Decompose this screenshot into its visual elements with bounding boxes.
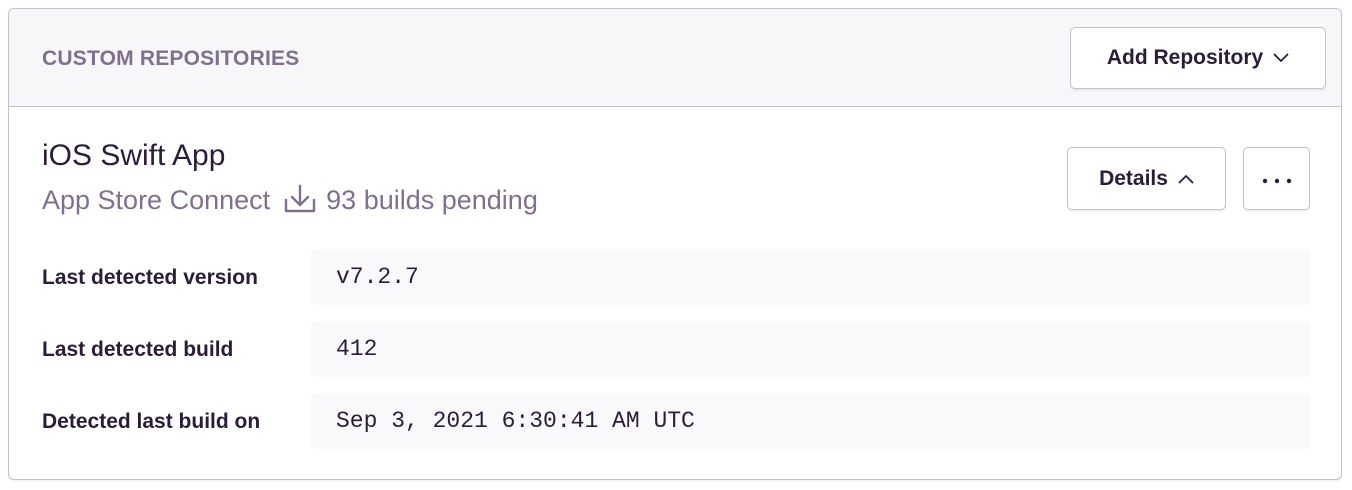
repository-subtitle: App Store Connect 93 builds pending (42, 184, 538, 216)
builds-pending-text: 93 builds pending (326, 185, 538, 215)
last-detected-build-value: 412 (311, 321, 1310, 377)
repository-source: App Store Connect (42, 185, 271, 215)
add-repository-button[interactable]: Add Repository (1070, 27, 1326, 89)
chevron-up-icon (1178, 174, 1194, 184)
chevron-down-icon (1273, 53, 1289, 63)
last-detected-version-label: Last detected version (42, 266, 258, 289)
panel-header: CUSTOM REPOSITORIES Add Repository (9, 9, 1341, 107)
ellipsis-icon (1260, 167, 1294, 191)
details-label: Details (1099, 166, 1168, 190)
detected-last-build-on-label: Detected last build on (42, 410, 261, 433)
add-repository-label: Add Repository (1106, 46, 1264, 69)
details-button[interactable]: Details (1067, 147, 1226, 210)
download-icon (284, 184, 316, 214)
last-detected-version-value: v7.2.7 (311, 249, 1310, 305)
repository-name: iOS Swift App (42, 139, 226, 172)
panel-title: CUSTOM REPOSITORIES (42, 47, 300, 70)
last-detected-build-label: Last detected build (42, 338, 234, 361)
more-actions-button[interactable] (1243, 147, 1310, 210)
detected-last-build-on-value: Sep 3, 2021 6:30:41 AM UTC (311, 393, 1310, 449)
custom-repositories-panel: CUSTOM REPOSITORIES Add Repository iOS S… (8, 8, 1342, 480)
